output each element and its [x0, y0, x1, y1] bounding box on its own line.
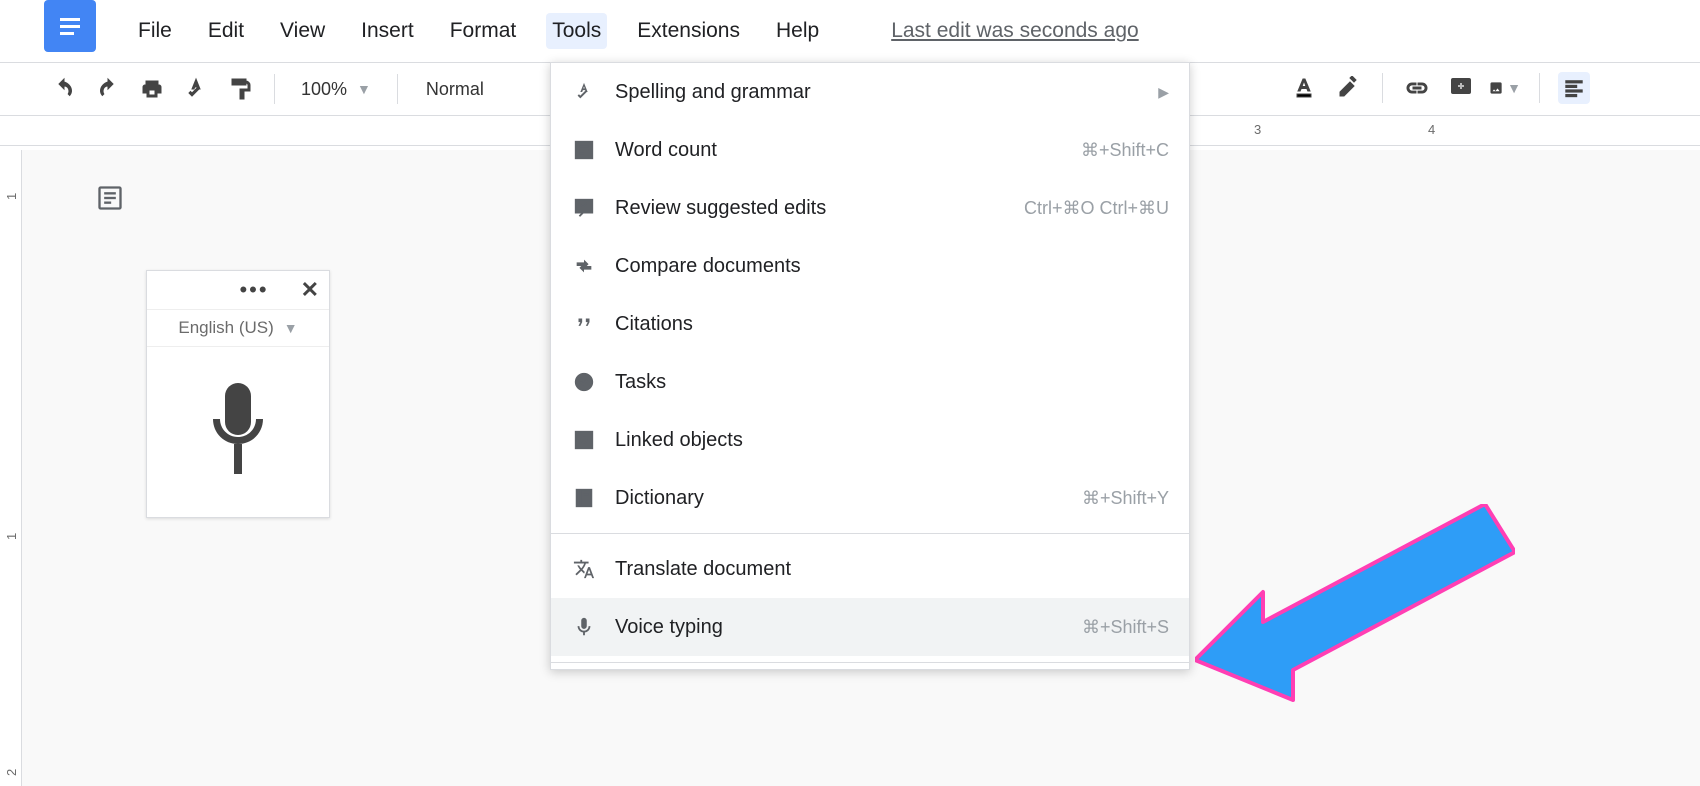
insert-link-button[interactable] — [1401, 72, 1433, 104]
menu-view[interactable]: View — [274, 13, 331, 49]
vertical-ruler: 1 1 2 — [0, 150, 22, 786]
linked-objects-icon — [571, 427, 597, 453]
word-count-icon — [571, 137, 597, 163]
menu-item-label: Dictionary — [615, 487, 1064, 510]
menubar: File Edit View Insert Format Tools Exten… — [132, 13, 1139, 49]
ruler-mark: 1 — [4, 193, 19, 200]
chevron-down-icon: ▼ — [284, 320, 298, 336]
zoom-value: 100% — [301, 79, 347, 100]
mic-icon — [571, 614, 597, 640]
voice-language-select[interactable]: English (US) ▼ — [147, 309, 329, 347]
add-comment-button[interactable] — [1445, 72, 1477, 104]
menu-file[interactable]: File — [132, 13, 178, 49]
menu-help[interactable]: Help — [770, 13, 825, 49]
voice-typing-widget[interactable]: ••• ✕ English (US) ▼ — [146, 270, 330, 518]
menu-item-label: Translate document — [615, 558, 1169, 581]
text-color-button[interactable] — [1288, 72, 1320, 104]
menu-item-label: Linked objects — [615, 429, 1169, 452]
menu-insert[interactable]: Insert — [355, 13, 420, 49]
translate-icon — [571, 556, 597, 582]
menu-spelling-grammar[interactable]: Spelling and grammar ▶ — [551, 63, 1189, 121]
toolbar-separator — [274, 74, 275, 104]
menu-tools[interactable]: Tools — [546, 13, 607, 49]
tasks-icon — [571, 369, 597, 395]
menu-translate-document[interactable]: Translate document — [551, 540, 1189, 598]
menu-voice-typing[interactable]: Voice typing ⌘+Shift+S — [551, 598, 1189, 656]
dictionary-icon — [571, 485, 597, 511]
last-edit-status[interactable]: Last edit was seconds ago — [891, 19, 1139, 43]
toolbar-separator — [397, 74, 398, 104]
toolbar-separator — [1539, 73, 1540, 103]
paint-format-button[interactable] — [224, 73, 256, 105]
align-left-button[interactable] — [1558, 72, 1590, 104]
print-button[interactable] — [136, 73, 168, 105]
menu-item-label: Citations — [615, 313, 1169, 336]
menu-review-suggested[interactable]: Review suggested edits Ctrl+⌘O Ctrl+⌘U — [551, 179, 1189, 237]
ruler-mark: 4 — [1428, 122, 1435, 137]
highlight-button[interactable] — [1332, 72, 1364, 104]
toolbar-separator — [1382, 73, 1383, 103]
menu-format[interactable]: Format — [444, 13, 523, 49]
submenu-arrow-icon: ▶ — [1158, 84, 1169, 101]
menu-dictionary[interactable]: Dictionary ⌘+Shift+Y — [551, 469, 1189, 527]
ruler-mark: 1 — [4, 533, 19, 540]
menu-item-shortcut: ⌘+Shift+Y — [1082, 488, 1169, 509]
ruler-mark: 2 — [4, 769, 19, 776]
menu-item-label: Voice typing — [615, 616, 1064, 639]
menu-item-label: Word count — [615, 139, 1063, 162]
menu-item-shortcut: Ctrl+⌘O Ctrl+⌘U — [1024, 198, 1169, 219]
menu-separator — [551, 533, 1189, 534]
voice-mic-button[interactable] — [147, 347, 329, 517]
chevron-down-icon: ▼ — [357, 81, 371, 97]
menu-item-label: Tasks — [615, 371, 1169, 394]
menu-citations[interactable]: Citations — [551, 295, 1189, 353]
insert-image-button[interactable]: ▼ — [1489, 72, 1521, 104]
spellcheck-button[interactable] — [180, 73, 212, 105]
document-outline-button[interactable] — [90, 178, 130, 218]
spellcheck-icon — [571, 79, 597, 105]
redo-button[interactable] — [92, 73, 124, 105]
menu-word-count[interactable]: Word count ⌘+Shift+C — [551, 121, 1189, 179]
docs-logo[interactable] — [44, 0, 96, 52]
undo-button[interactable] — [48, 73, 80, 105]
text-style-select[interactable]: Normal — [416, 79, 494, 100]
menu-compare-documents[interactable]: Compare documents — [551, 237, 1189, 295]
menu-linked-objects[interactable]: Linked objects — [551, 411, 1189, 469]
menu-item-shortcut: ⌘+Shift+C — [1081, 140, 1169, 161]
menu-item-shortcut: ⌘+Shift+S — [1082, 617, 1169, 638]
zoom-select[interactable]: 100% ▼ — [293, 79, 379, 100]
more-icon[interactable]: ••• — [239, 277, 268, 303]
chevron-down-icon: ▼ — [1507, 80, 1521, 96]
close-icon[interactable]: ✕ — [301, 277, 319, 303]
review-icon — [571, 195, 597, 221]
menu-separator — [551, 662, 1189, 663]
menu-item-label: Spelling and grammar — [615, 81, 1140, 104]
ruler-mark: 3 — [1254, 122, 1261, 137]
menu-extensions[interactable]: Extensions — [631, 13, 746, 49]
voice-language-label: English (US) — [178, 318, 273, 338]
citations-icon — [571, 311, 597, 337]
right-toolbar: ▼ — [1288, 72, 1590, 104]
menu-edit[interactable]: Edit — [202, 13, 250, 49]
menu-tasks[interactable]: Tasks — [551, 353, 1189, 411]
tools-dropdown: Spelling and grammar ▶ Word count ⌘+Shif… — [550, 62, 1190, 670]
compare-icon — [571, 253, 597, 279]
menu-item-label: Compare documents — [615, 255, 1169, 278]
menu-item-label: Review suggested edits — [615, 197, 1006, 220]
